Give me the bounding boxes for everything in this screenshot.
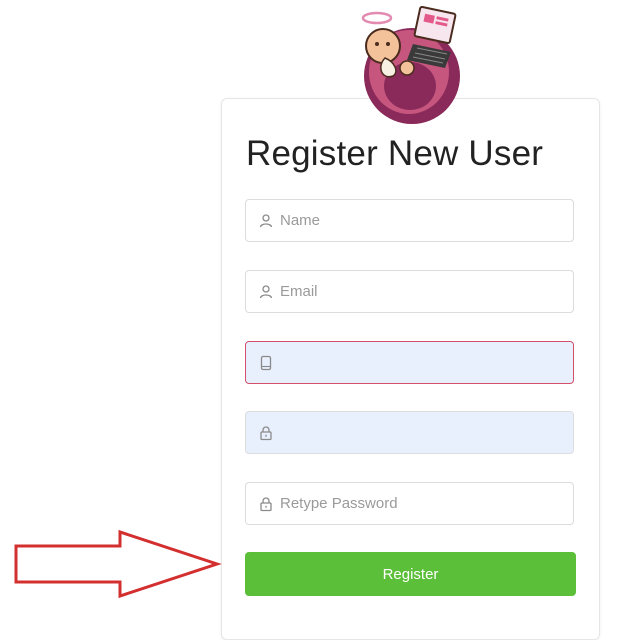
lock-icon — [260, 497, 272, 512]
mobile-icon — [260, 355, 272, 371]
name-input[interactable] — [280, 200, 565, 241]
register-button[interactable]: Register — [245, 552, 576, 596]
retype-password-input[interactable] — [280, 483, 565, 524]
phone-input[interactable] — [280, 342, 565, 383]
mascot-logo — [361, 6, 460, 124]
password-field[interactable] — [245, 411, 574, 454]
password-input[interactable] — [280, 412, 565, 453]
retype-password-field[interactable] — [245, 482, 574, 525]
page-title: Register New User — [246, 134, 544, 173]
user-icon — [259, 214, 273, 228]
email-field[interactable] — [245, 270, 574, 313]
lock-icon — [260, 426, 272, 441]
pointer-arrow-icon — [14, 529, 222, 599]
user-icon — [259, 285, 273, 299]
email-input[interactable] — [280, 271, 565, 312]
phone-field[interactable] — [245, 341, 574, 384]
name-field[interactable] — [245, 199, 574, 242]
